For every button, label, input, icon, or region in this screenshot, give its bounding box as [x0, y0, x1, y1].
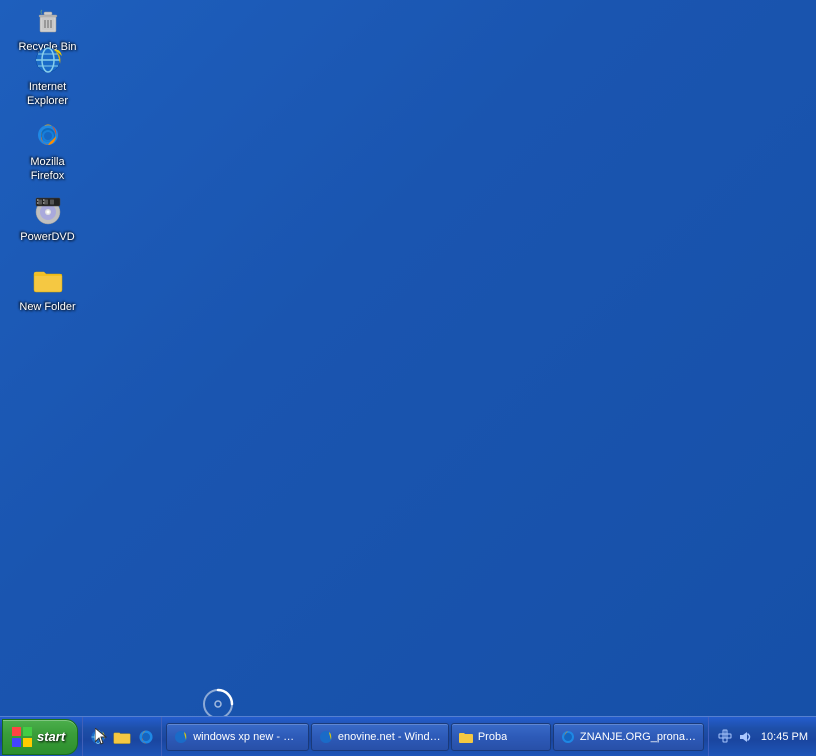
ie-label: Internet Explorer [14, 80, 81, 109]
taskbar-btn-enovine-label: enovine.net - Windo... [338, 731, 442, 743]
mouse-cursor [95, 728, 107, 751]
internet-explorer-icon[interactable]: Internet Explorer [10, 40, 85, 113]
powerdvd-label: PowerDVD [14, 230, 81, 244]
taskbar-btn-proba[interactable]: Proba [451, 723, 551, 751]
system-tray: 10:45 PM [708, 717, 816, 756]
taskbar-btn-enovine[interactable]: enovine.net - Windo... [311, 723, 449, 751]
taskbar-btn-windows-xp[interactable]: windows xp new - Wi... [166, 723, 309, 751]
new-folder-icon[interactable]: New Folder [10, 260, 85, 318]
tray-network-icon[interactable] [717, 729, 733, 745]
taskbar-btn-znanje[interactable]: ZNANJE.ORG_pronad... [553, 723, 704, 751]
ql-folder-icon[interactable] [111, 726, 133, 748]
desktop: Recycle Bin Internet Explorer [0, 0, 816, 716]
start-label: start [37, 729, 65, 744]
system-clock[interactable]: 10:45 PM [757, 731, 808, 743]
taskbar-buttons-area: windows xp new - Wi... enovine.net - Win… [162, 717, 708, 756]
start-button[interactable]: start [2, 719, 78, 755]
taskbar-btn-windows-xp-label: windows xp new - Wi... [193, 731, 302, 743]
taskbar: start [0, 716, 816, 756]
ql-firefox-icon[interactable] [135, 726, 157, 748]
firefox-label: Mozilla Firefox [14, 155, 81, 184]
taskbar-btn-proba-label: Proba [478, 731, 507, 743]
tray-volume-icon[interactable] [737, 729, 753, 745]
taskbar-btn-znanje-label: ZNANJE.ORG_pronad... [580, 731, 697, 743]
mozilla-firefox-icon[interactable]: Mozilla Firefox [10, 115, 85, 188]
powerdvd-icon[interactable]: PowerDVD [10, 190, 85, 248]
new-folder-label: New Folder [14, 300, 81, 314]
